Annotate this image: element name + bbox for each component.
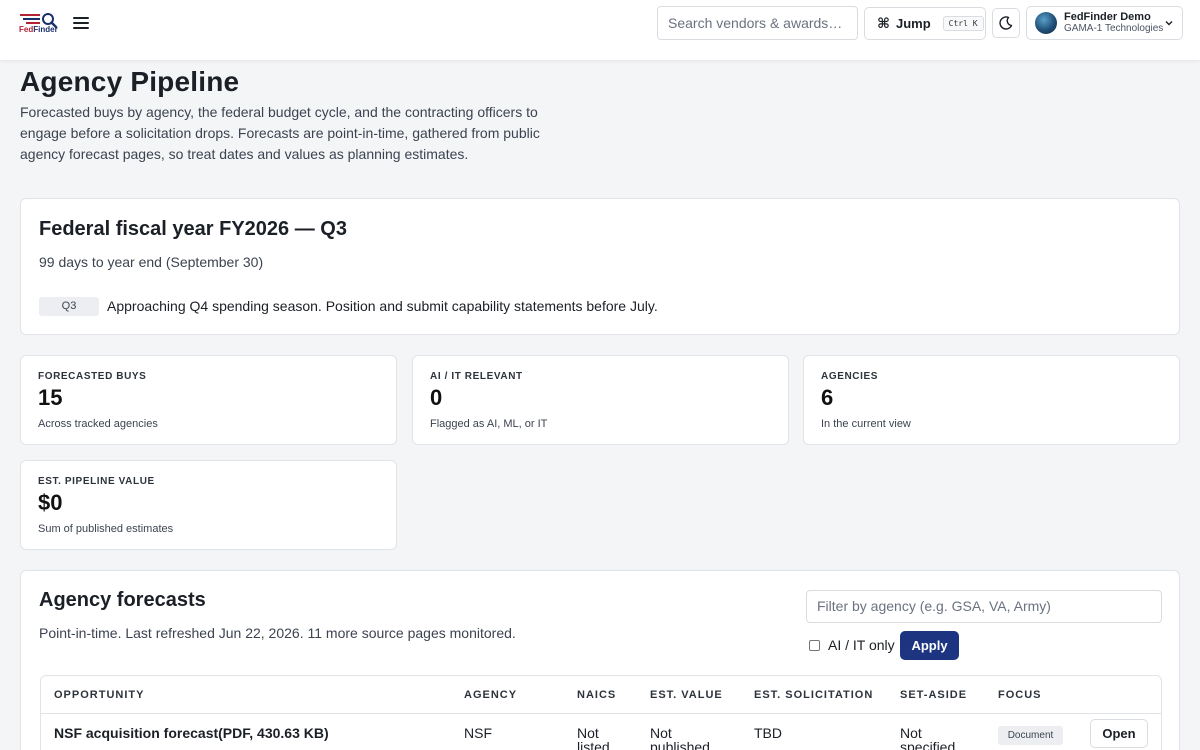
ai-it-only-label[interactable]: AI / IT only [828,637,895,653]
jump-label: Jump [896,16,931,31]
column-header-agency[interactable]: AGENCY [464,689,517,701]
chevron-down-icon [1165,21,1173,26]
ai-it-only-checkbox[interactable] [809,640,820,651]
page-description: Forecasted buys by agency, the federal b… [20,104,540,162]
stat-label: AGENCIES [821,371,879,382]
stat-value: 6 [821,385,834,410]
stat-card-pipeline-value: EST. PIPELINE VALUE $0 Sum of published … [20,460,397,550]
stat-value: 15 [38,385,63,410]
top-bar: FedFinder Search vendors & awards… ⌘ Jum… [0,0,1200,60]
column-header-naics[interactable]: NAICS [577,689,616,701]
menu-icon[interactable] [73,14,89,30]
user-organization: GAMA-1 Technologies [1064,23,1164,34]
theme-toggle-button[interactable] [992,8,1020,38]
command-icon: ⌘ [877,15,890,31]
page-title: Agency Pipeline [20,66,240,97]
cell-naics: Not listed [577,725,610,750]
keyboard-shortcut: Ctrl K [942,16,984,31]
stat-card-ai-it-relevant: AI / IT RELEVANT 0 Flagged as AI, ML, or… [412,355,789,445]
avatar [1035,12,1057,34]
column-header-focus[interactable]: FOCUS [998,689,1042,701]
cell-set-aside: Not specified [900,725,956,750]
stat-subtext: Across tracked agencies [38,418,158,430]
stat-subtext: In the current view [821,418,911,430]
stat-label: FORECASTED BUYS [38,371,147,382]
fiscal-year-countdown: 99 days to year end (September 30) [39,254,264,270]
table-header: OPPORTUNITY AGENCY NAICS EST. VALUE EST.… [41,676,1161,714]
stat-subtext: Sum of published estimates [38,523,174,535]
search-input[interactable]: Search vendors & awards… [657,6,858,40]
user-menu[interactable]: FedFinder Demo GAMA-1 Technologies [1026,6,1183,40]
cell-est-solicitation: TBD [754,725,782,741]
agency-forecasts-card: Agency forecasts Point-in-time. Last ref… [20,570,1180,750]
cell-opportunity: NSF acquisition forecast(PDF, 430.63 KB) [54,725,329,741]
stat-value: 0 [430,385,443,410]
column-header-est-solicitation[interactable]: EST. SOLICITATION [754,689,873,701]
stat-subtext: Flagged as AI, ML, or IT [430,418,548,430]
jump-button[interactable]: ⌘ Jump Ctrl K [864,7,986,40]
moon-icon [999,16,1013,30]
stat-label: EST. PIPELINE VALUE [38,476,155,487]
apply-button[interactable]: Apply [900,631,959,660]
stat-card-forecasted-buys: FORECASTED BUYS 15 Across tracked agenci… [20,355,397,445]
fiscal-year-card: Federal fiscal year FY2026 — Q3 99 days … [20,198,1180,335]
cell-agency: NSF [464,725,492,741]
column-header-set-aside[interactable]: SET-ASIDE [900,689,967,701]
forecasts-subtitle: Point-in-time. Last refreshed Jun 22, 20… [39,625,516,641]
forecasts-title: Agency forecasts [39,589,206,611]
stat-card-agencies: AGENCIES 6 In the current view [803,355,1180,445]
open-button[interactable]: Open [1090,719,1148,748]
cell-est-value: Not published [650,725,710,750]
fiscal-year-title: Federal fiscal year FY2026 — Q3 [39,218,347,240]
stat-value: $0 [38,490,63,515]
agency-filter-input[interactable]: Filter by agency (e.g. GSA, VA, Army) [806,590,1162,623]
user-name: FedFinder Demo [1064,11,1151,23]
logo-text: FedFinder [19,25,58,34]
stat-label: AI / IT RELEVANT [430,371,523,382]
quarter-message: Approaching Q4 spending season. Position… [107,298,658,314]
column-header-opportunity[interactable]: OPPORTUNITY [54,689,144,701]
forecasts-table: OPPORTUNITY AGENCY NAICS EST. VALUE EST.… [40,675,1162,750]
quarter-badge: Q3 [39,297,99,316]
focus-badge: Document [998,726,1063,745]
column-header-est-value[interactable]: EST. VALUE [650,689,723,701]
